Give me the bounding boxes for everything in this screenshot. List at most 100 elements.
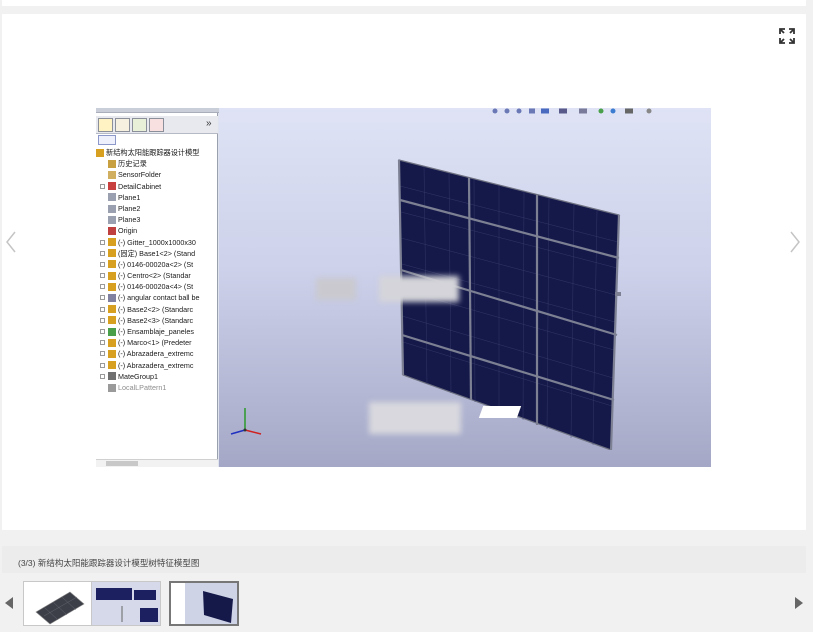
top-bar — [2, 0, 806, 6]
tree-item[interactable]: (-) Base2<2> (Standarc — [96, 304, 218, 315]
thumbnail-2[interactable] — [91, 581, 161, 626]
part-icon — [108, 238, 116, 247]
tree-item[interactable]: Plane2 — [96, 203, 218, 214]
tree-item[interactable]: (固定) Base1<2> (Stand — [96, 248, 218, 259]
tree-item-label: (-) Marco<1> (Predeter — [118, 338, 192, 348]
fullscreen-button[interactable] — [777, 26, 797, 46]
plane-icon — [108, 204, 116, 213]
tree-item-label: (-) Abrazadera_extremc — [118, 360, 194, 370]
horizontal-scrollbar[interactable] — [96, 459, 218, 467]
part-icon — [108, 316, 116, 325]
panel-base-plate — [478, 406, 522, 418]
expand-toggle-icon[interactable] — [100, 373, 105, 379]
expand-toggle-icon[interactable] — [100, 340, 105, 346]
tree-item-label: Plane2 — [118, 203, 141, 213]
view-toolbar[interactable] — [489, 108, 679, 115]
tree-item[interactable]: (-) Abrazadera_extremc — [96, 348, 218, 359]
main-image: » 新结构太阳能跟踪器设计模型历史记录 SensorFolder DetailCab… — [96, 108, 711, 467]
watermark-blur — [316, 278, 356, 300]
expand-toggle-icon[interactable] — [100, 239, 105, 245]
tree-item-label: (-) angular contact ball be — [118, 293, 200, 303]
expand-toggle-icon[interactable] — [100, 295, 105, 301]
tree-item-label: (-) Centro<2> (Standar — [118, 271, 191, 281]
tree-item-label: (-) 0146-00020a<4> (St — [118, 282, 194, 292]
thumbnail-3[interactable] — [169, 581, 239, 626]
tree-item[interactable]: (-) angular contact ball be — [96, 292, 218, 303]
expand-toggle-icon[interactable] — [100, 362, 105, 368]
tree-item[interactable]: MateGroup1 — [96, 371, 218, 382]
mate-icon — [108, 372, 116, 381]
expand-toggle-icon[interactable] — [100, 261, 105, 267]
pattern-icon — [108, 383, 116, 392]
tree-item-label: Plane3 — [118, 215, 141, 225]
part-icon — [108, 271, 116, 280]
tree-item[interactable]: 新结构太阳能跟踪器设计模型 — [96, 147, 218, 158]
part-icon — [108, 305, 116, 314]
tree-item[interactable]: Plane1 — [96, 192, 218, 203]
tree-item[interactable]: (-) Centro<2> (Standar — [96, 270, 218, 281]
subassembly-icon — [108, 327, 116, 336]
display-manager-icon[interactable] — [149, 118, 164, 132]
chevron-right-icon — [790, 231, 800, 253]
feature-manager-icon[interactable] — [98, 118, 113, 132]
bearing-icon — [108, 294, 116, 303]
property-manager-icon[interactable] — [115, 118, 130, 132]
3d-viewport[interactable] — [219, 108, 711, 467]
plane-icon — [108, 193, 116, 202]
feature-manager-panel: » 新结构太阳能跟踪器设计模型历史记录 SensorFolder DetailCab… — [96, 113, 218, 467]
configuration-manager-icon[interactable] — [132, 118, 147, 132]
thumbnail-image — [92, 582, 160, 625]
panel-expand-chevron[interactable]: » — [206, 118, 212, 129]
tree-item-label: (-) Base2<3> (Standarc — [118, 315, 194, 325]
tree-item[interactable]: LocalLPattern1 — [96, 382, 218, 393]
tree-item[interactable]: (-) Gitter_1000x1000x30 — [96, 237, 218, 248]
tree-item[interactable]: (-) Ensamblaje_paneles — [96, 326, 218, 337]
part-icon — [108, 282, 116, 291]
image-caption: (3/3) 新结构太阳能跟踪器设计模型树特征模型图 — [18, 558, 200, 568]
previous-image-button[interactable] — [4, 230, 18, 254]
expand-toggle-icon[interactable] — [100, 250, 105, 256]
tree-item-label: (-) Base2<2> (Standarc — [118, 304, 194, 314]
tree-item-label: 历史记录 — [118, 159, 147, 169]
tree-item[interactable]: 历史记录 — [96, 158, 218, 169]
triangle-left-icon — [5, 597, 13, 609]
tree-item-label: (-) Ensamblaje_paneles — [118, 327, 194, 336]
tree-item-label: SensorFolder — [118, 170, 162, 180]
tree-item-label: Origin — [118, 226, 138, 236]
tree-item[interactable]: (-) Base2<3> (Standarc — [96, 315, 218, 326]
tree-item-label: Plane1 — [118, 192, 141, 202]
tree-item[interactable]: (-) 0146-00020a<2> (St — [96, 259, 218, 270]
history-icon — [108, 159, 116, 168]
part-icon — [108, 260, 116, 269]
tree-item-label: MateGroup1 — [118, 371, 158, 381]
expand-toggle-icon[interactable] — [100, 284, 105, 290]
thumbnail-next-button[interactable] — [794, 596, 804, 610]
thumbnail-1[interactable] — [23, 581, 93, 626]
expand-toggle-icon[interactable] — [100, 273, 105, 279]
tree-item[interactable]: (-) Marco<1> (Predeter — [96, 337, 218, 348]
expand-toggle-icon[interactable] — [100, 306, 105, 312]
tree-item[interactable]: Plane3 — [96, 214, 218, 225]
tree-item-label: (-) 0146-00020a<2> (St — [118, 259, 194, 269]
tree-item-label: 新结构太阳能跟踪器设计模型 — [106, 148, 200, 157]
expand-arrows-icon — [779, 28, 795, 44]
tree-item[interactable]: DetailCabinet — [96, 181, 218, 192]
chevron-left-icon — [6, 231, 16, 253]
panel-tabs: » — [96, 116, 218, 134]
tree-item-label: DetailCabinet — [118, 181, 162, 191]
expand-toggle-icon[interactable] — [100, 183, 105, 189]
tree-item[interactable]: Origin — [96, 225, 218, 236]
thumbnail-prev-button[interactable] — [4, 596, 14, 610]
tree-item[interactable]: (-) Abrazadera_extremc — [96, 360, 218, 371]
expand-toggle-icon[interactable] — [100, 317, 105, 323]
tree-item[interactable]: SensorFolder — [96, 169, 218, 180]
tree-item-label: LocalLPattern1 — [118, 382, 167, 392]
next-image-button[interactable] — [788, 230, 802, 254]
watermark-blur — [369, 402, 461, 434]
expand-toggle-icon[interactable] — [100, 329, 105, 334]
tree-item[interactable]: (-) 0146-00020a<4> (St — [96, 281, 218, 292]
tree-item-label: (固定) Base1<2> (Stand — [118, 248, 196, 258]
scrollbar-thumb[interactable] — [106, 461, 138, 466]
filter-icon[interactable] — [98, 135, 116, 145]
expand-toggle-icon[interactable] — [100, 351, 105, 357]
